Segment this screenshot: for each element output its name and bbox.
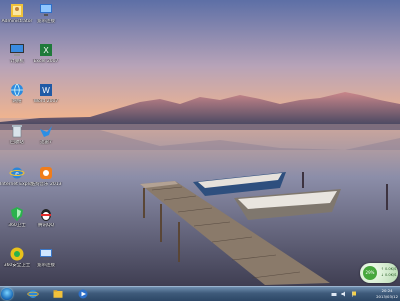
- explorer-taskbar-icon[interactable]: [51, 288, 65, 300]
- recycle-bin-icon: [12, 125, 22, 138]
- 360-browser-icon: [10, 247, 24, 261]
- icon-label: 酷狗音乐 2013: [30, 182, 62, 187]
- clock[interactable]: 20:24 2013/03/12: [376, 288, 398, 300]
- volume-tray-icon[interactable]: [340, 288, 348, 300]
- desktop-icon-kugou[interactable]: 酷狗音乐 2013: [29, 165, 63, 187]
- svg-text:W: W: [42, 86, 50, 95]
- desktop-icon-word[interactable]: W Word 2007: [29, 82, 63, 104]
- svg-text:X: X: [43, 46, 49, 55]
- excel-icon: X: [40, 44, 52, 56]
- internet-explorer-icon: e: [9, 167, 25, 179]
- desktop-icon-broadband[interactable]: 宽带连接: [29, 2, 63, 24]
- shield-icon: [11, 207, 23, 221]
- word-icon: W: [40, 84, 52, 96]
- network-speed-gadget[interactable]: 29% ↑ 0.0K/S ↓ 0.0K/S: [360, 263, 398, 283]
- qq-penguin-icon: [41, 209, 51, 221]
- ie-taskbar-icon[interactable]: [26, 288, 40, 300]
- icon-label: Excel 2007: [33, 59, 59, 64]
- gadget-upload-rate: ↑ 0.0K/S: [381, 267, 397, 271]
- icon-label: 宽带连接: [37, 263, 55, 268]
- icon-label: 腾讯QQ: [37, 223, 55, 228]
- desktop-icon-xunlei[interactable]: 迅雷7: [29, 123, 63, 145]
- icon-label: Word 2007: [33, 99, 59, 104]
- start-button[interactable]: [1, 288, 13, 300]
- network-tray-icon[interactable]: [330, 288, 338, 300]
- gadget-download-rate: ↓ 0.0K/S: [381, 273, 397, 277]
- clock-date: 2013/03/12: [376, 294, 398, 299]
- flag-tray-icon[interactable]: [350, 288, 358, 300]
- bird-icon: [40, 126, 52, 137]
- network-globe-icon: [11, 83, 23, 97]
- kugou-music-icon: [40, 167, 52, 179]
- computer-icon: [10, 44, 24, 56]
- desktop-icon-excel[interactable]: X Excel 2007: [29, 42, 63, 64]
- taskbar: 20:24 2013/03/12: [0, 286, 400, 301]
- network-connection-icon: [40, 4, 52, 16]
- icon-label: 迅雷7: [40, 140, 52, 145]
- icon-label: 宽带连接: [37, 19, 55, 24]
- media-player-taskbar-icon[interactable]: [76, 288, 90, 300]
- desktop-icon-qq[interactable]: 腾讯QQ: [29, 206, 63, 228]
- gadget-usage-circle: 29%: [363, 266, 377, 280]
- user-folder-icon: [11, 4, 23, 17]
- network-tool-icon: [40, 249, 52, 260]
- desktop-icon-network-tool[interactable]: 宽带连接: [29, 246, 63, 268]
